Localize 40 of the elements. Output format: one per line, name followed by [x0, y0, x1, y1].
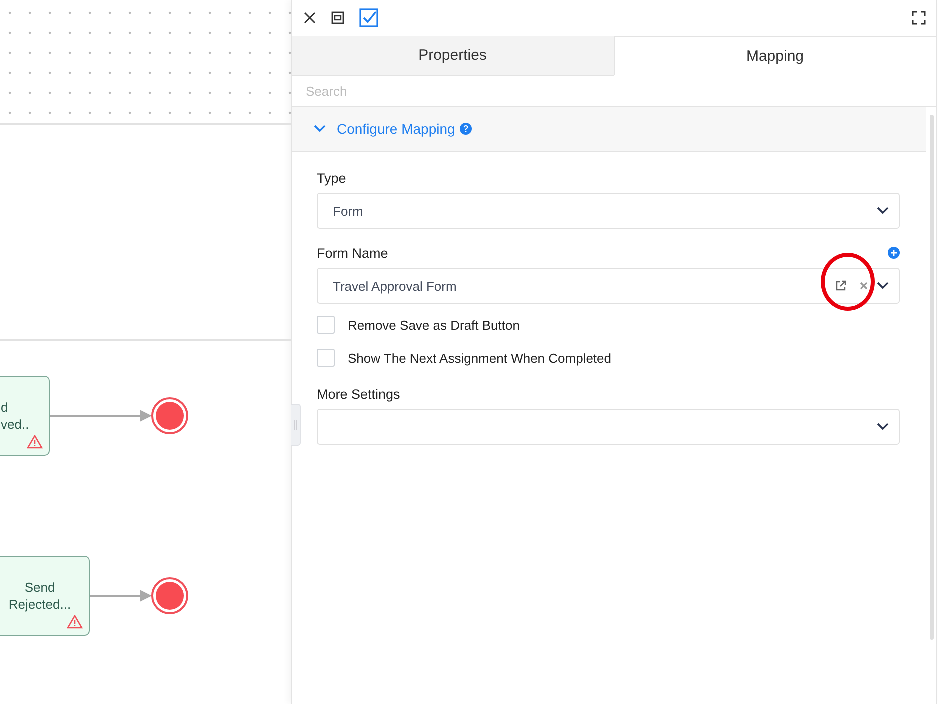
chevron-icon[interactable] — [877, 282, 889, 290]
selected-value: Form — [333, 204, 364, 218]
add-icon[interactable] — [888, 247, 900, 259]
chevron-icon[interactable] — [877, 423, 889, 431]
dropdown[interactable]: Form — [317, 193, 900, 229]
field-label: More Settings — [317, 386, 400, 402]
resize-handle[interactable] — [291, 404, 301, 446]
chevron-icon — [314, 125, 326, 133]
field-label: Form Name — [317, 246, 388, 260]
checkbox[interactable] — [317, 316, 335, 334]
node-label: Rejected... — [8, 596, 72, 613]
section-title: Configure Mapping — [337, 121, 456, 137]
highlight-ring — [821, 253, 875, 311]
checkbox-label: Remove Save as Draft Button — [348, 318, 520, 332]
tab[interactable]: Properties — [292, 36, 614, 76]
external-link-icon[interactable] — [835, 280, 847, 292]
field-label: Type — [317, 170, 346, 186]
selected-value: Travel Approval Form — [333, 278, 457, 294]
chevron-icon[interactable] — [877, 207, 889, 215]
node-label: ved.. — [1, 416, 30, 433]
end-event[interactable] — [151, 397, 189, 435]
checkbox-icon[interactable] — [359, 8, 379, 28]
task-node[interactable]: d ved.. — [0, 376, 50, 456]
fullscreen-icon[interactable] — [912, 11, 926, 25]
panel-icon[interactable] — [331, 11, 345, 25]
node-label: d — [1, 399, 8, 416]
section-header[interactable]: Configure Mapping — [292, 107, 926, 152]
tab[interactable]: Mapping — [614, 36, 936, 76]
scrollbar[interactable] — [930, 115, 934, 640]
help-icon[interactable] — [460, 123, 472, 135]
task-node[interactable]: Send Rejected... — [0, 556, 90, 636]
checkbox-label: Show The Next Assignment When Completed — [348, 350, 612, 366]
checkbox[interactable] — [317, 349, 335, 367]
node-label: Send — [24, 579, 56, 596]
close-icon[interactable] — [303, 11, 317, 25]
search-field[interactable]: Search — [292, 76, 936, 107]
end-event[interactable] — [151, 577, 189, 615]
form-select[interactable]: Travel Approval Form — [317, 268, 900, 304]
connector-arrow — [90, 590, 152, 602]
clear-icon[interactable] — [860, 282, 868, 290]
